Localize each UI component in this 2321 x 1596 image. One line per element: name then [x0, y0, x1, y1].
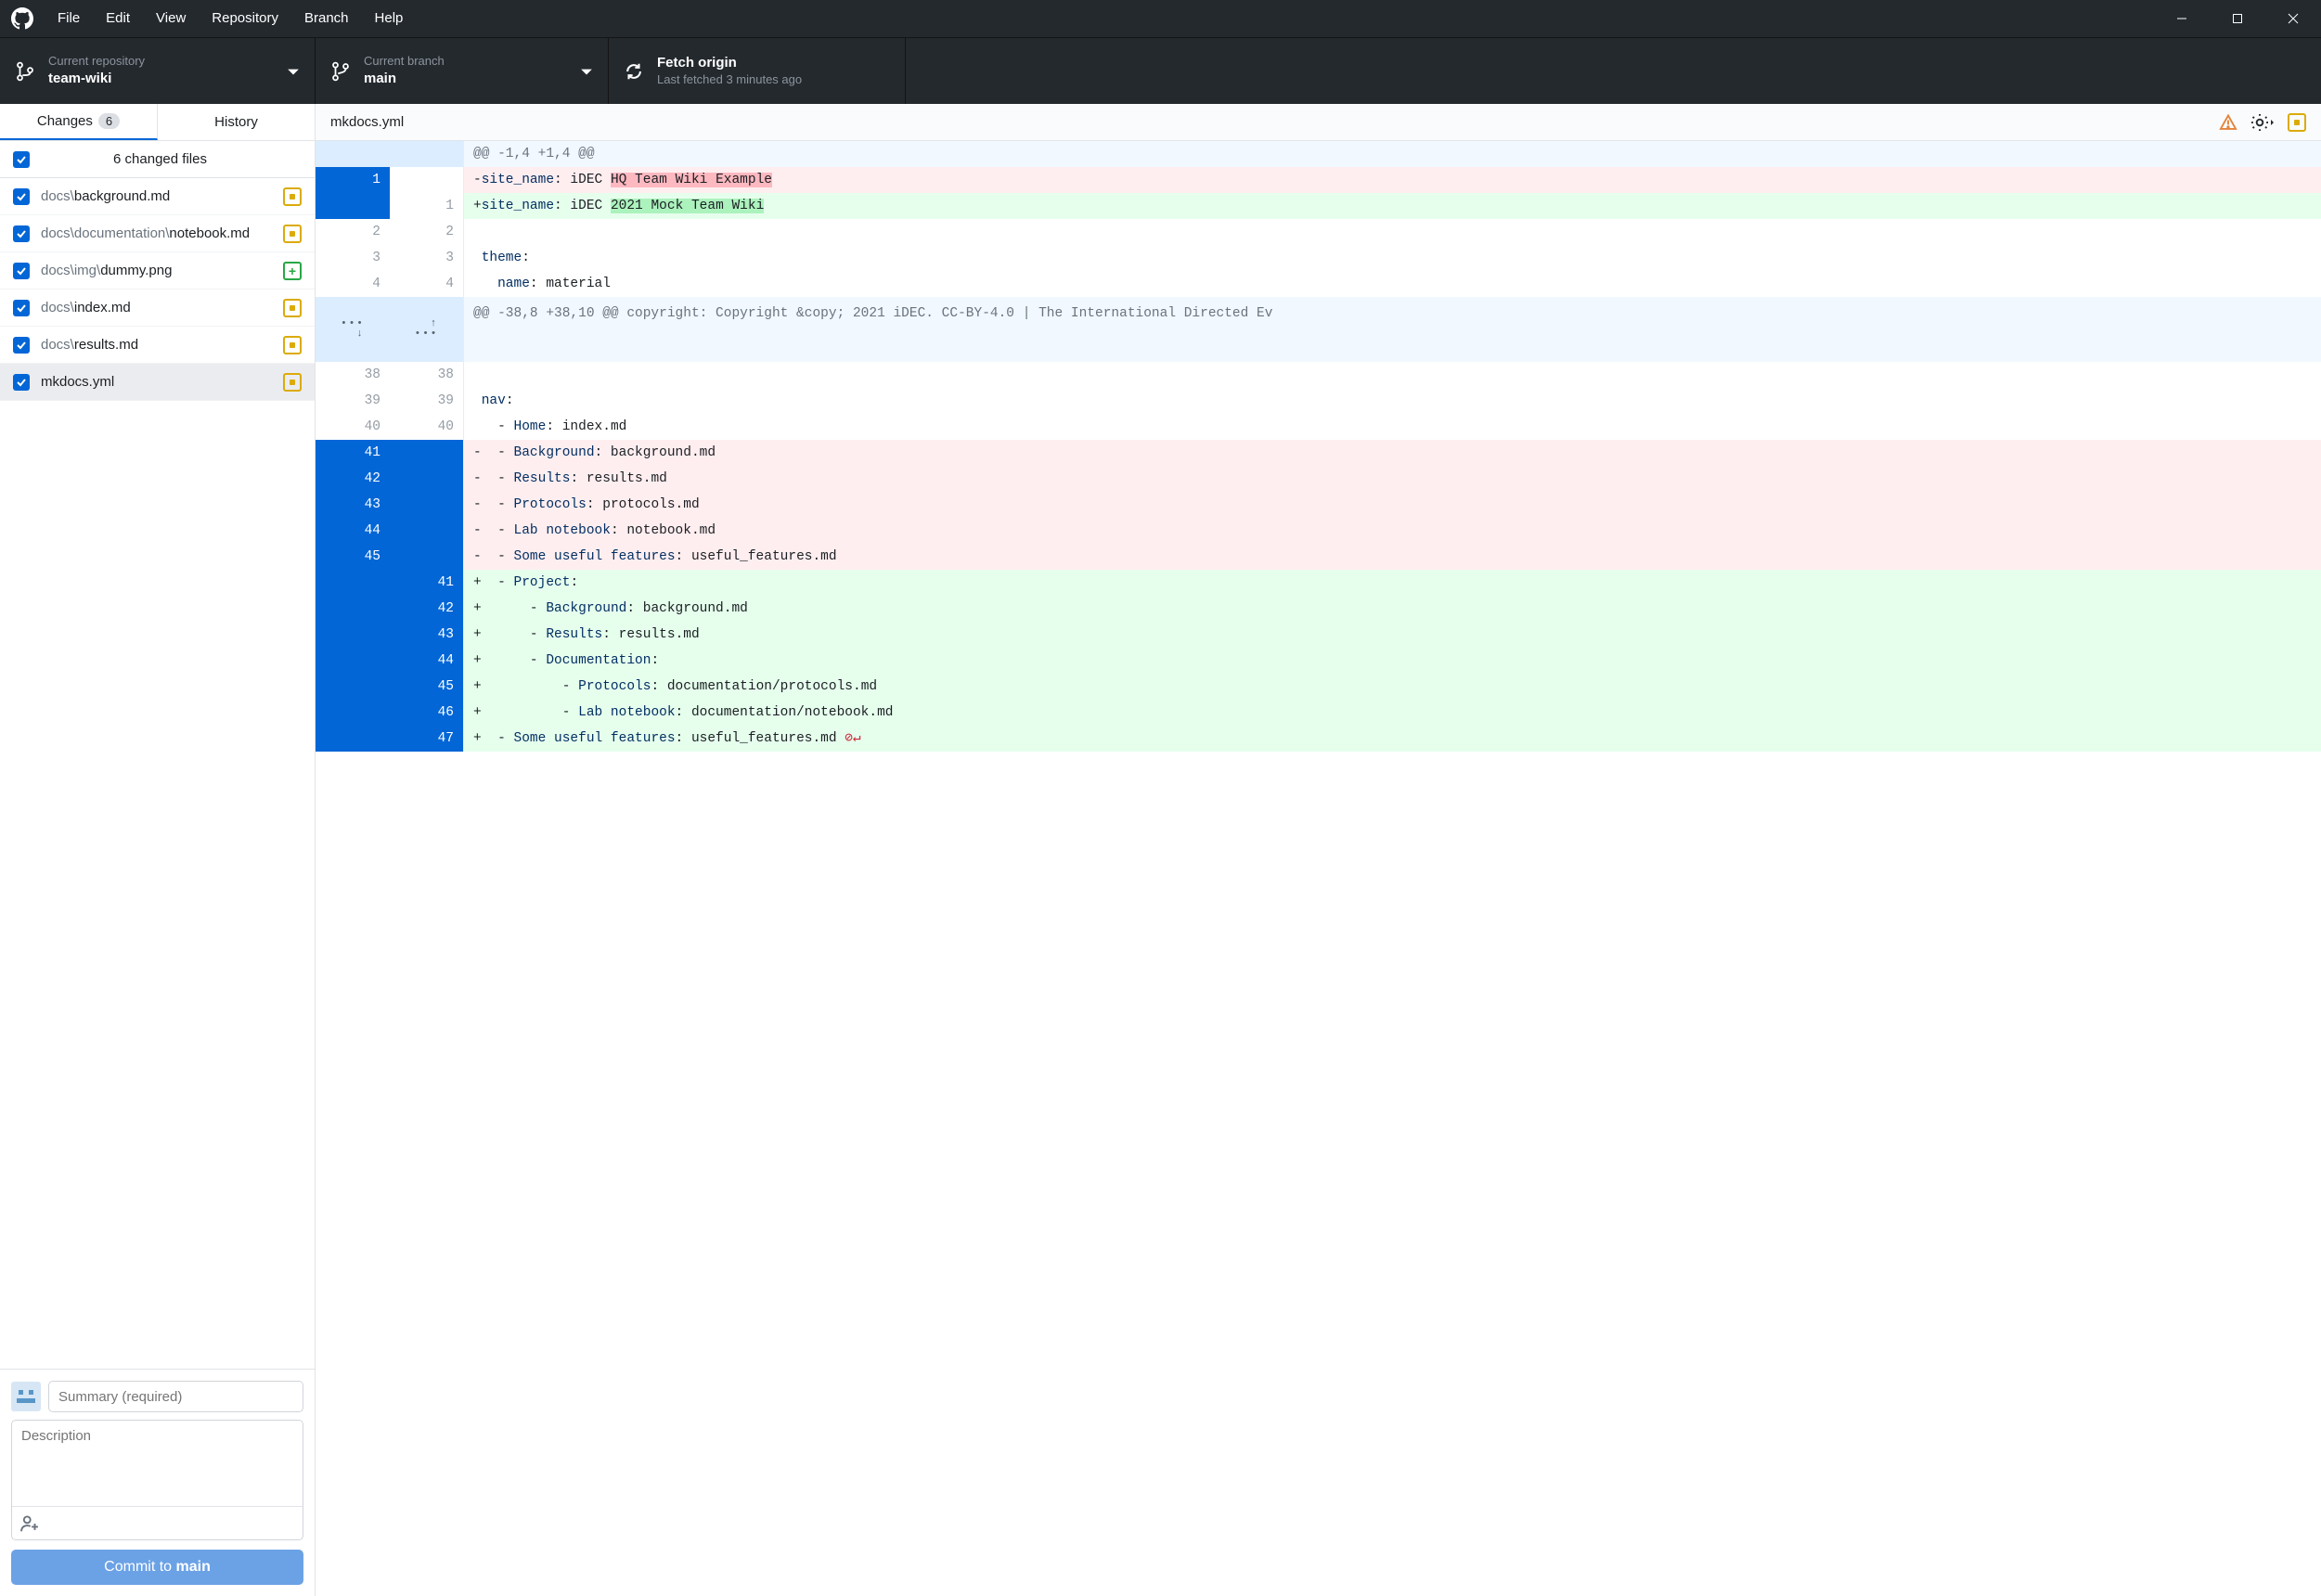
file-row[interactable]: docs\img\dummy.png +	[0, 252, 315, 290]
modified-icon	[283, 225, 302, 243]
file-checkbox[interactable]	[13, 337, 30, 354]
menu-view[interactable]: View	[143, 0, 199, 37]
modified-icon	[283, 336, 302, 354]
commit-summary-input[interactable]	[48, 1381, 303, 1412]
expand-down-icon[interactable]: •••↓	[341, 319, 365, 340]
close-button[interactable]	[2265, 0, 2321, 37]
file-row[interactable]: docs\documentation\notebook.md	[0, 215, 315, 252]
file-name: docs\results.md	[41, 337, 272, 353]
file-name: docs\documentation\notebook.md	[41, 225, 272, 241]
minimize-button[interactable]	[2154, 0, 2210, 37]
sidebar-tabs: Changes 6 History	[0, 104, 315, 141]
menu-repository[interactable]: Repository	[199, 0, 291, 37]
settings-icon[interactable]	[2249, 113, 2276, 132]
tab-changes[interactable]: Changes 6	[0, 104, 158, 140]
file-row[interactable]: docs\index.md	[0, 290, 315, 327]
tab-changes-label: Changes	[37, 113, 93, 129]
fetch-title: Fetch origin	[657, 54, 890, 72]
expand-up-icon[interactable]: ↑•••	[415, 319, 439, 340]
menu-help[interactable]: Help	[362, 0, 417, 37]
file-checkbox[interactable]	[13, 225, 30, 242]
branch-label: Current branch	[364, 54, 580, 70]
add-coauthor-icon[interactable]	[19, 1513, 40, 1534]
changed-files-list: docs\background.md docs\documentation\not…	[0, 178, 315, 1369]
repository-selector[interactable]: Current repository team-wiki	[0, 38, 316, 104]
file-checkbox[interactable]	[13, 374, 30, 391]
file-row[interactable]: mkdocs.yml	[0, 364, 315, 401]
diff-filename: mkdocs.yml	[330, 114, 2219, 130]
file-checkbox[interactable]	[13, 300, 30, 316]
file-checkbox[interactable]	[13, 263, 30, 279]
commit-button[interactable]: Commit to main	[11, 1550, 303, 1585]
repo-label: Current repository	[48, 54, 287, 70]
title-bar: File Edit View Repository Branch Help	[0, 0, 2321, 37]
branch-icon	[330, 61, 351, 82]
file-name: docs\index.md	[41, 300, 272, 315]
chevron-down-icon	[580, 65, 593, 78]
window-controls	[2154, 0, 2321, 37]
no-newline-icon: ⊘↵	[837, 731, 861, 746]
branch-name: main	[364, 70, 580, 88]
chevron-down-icon	[287, 65, 300, 78]
repo-name: team-wiki	[48, 70, 287, 88]
changes-header: 6 changed files	[0, 141, 315, 178]
file-row[interactable]: docs\background.md	[0, 178, 315, 215]
diff-body[interactable]: @@ -1,4 +1,4 @@ 1-site_name: iDEC HQ Tea…	[316, 141, 2321, 1596]
changed-files-count: 6 changed files	[19, 151, 302, 167]
warning-icon[interactable]	[2219, 113, 2237, 132]
github-logo-icon	[11, 7, 33, 30]
maximize-button[interactable]	[2210, 0, 2265, 37]
file-row[interactable]: docs\results.md	[0, 327, 315, 364]
sync-icon	[624, 61, 644, 82]
menu-edit[interactable]: Edit	[93, 0, 143, 37]
app-menu: File Edit View Repository Branch Help	[45, 0, 416, 37]
menu-file[interactable]: File	[45, 0, 93, 37]
modified-icon	[283, 299, 302, 317]
fetch-subtitle: Last fetched 3 minutes ago	[657, 72, 890, 88]
added-icon: +	[283, 262, 302, 280]
file-checkbox[interactable]	[13, 188, 30, 205]
commit-description-input[interactable]	[12, 1421, 303, 1506]
branch-selector[interactable]: Current branch main	[316, 38, 609, 104]
modified-icon	[283, 373, 302, 392]
file-name: docs\background.md	[41, 188, 272, 204]
commit-form: Commit to main	[0, 1369, 315, 1596]
toolbar: Current repository team-wiki Current bra…	[0, 37, 2321, 104]
diff-view: mkdocs.yml @@ -1,4 +1,4 @@ 1-site_name: …	[316, 104, 2321, 1596]
fetch-button[interactable]: Fetch origin Last fetched 3 minutes ago	[609, 38, 906, 104]
menu-branch[interactable]: Branch	[291, 0, 362, 37]
diff-header: mkdocs.yml	[316, 104, 2321, 141]
sidebar: Changes 6 History 6 changed files docs\b…	[0, 104, 316, 1596]
modified-icon	[283, 187, 302, 206]
diff-mod-icon[interactable]	[2288, 113, 2306, 132]
changes-count-badge: 6	[98, 113, 120, 129]
tab-history[interactable]: History	[158, 104, 315, 140]
file-name: docs\img\dummy.png	[41, 263, 272, 278]
avatar	[11, 1382, 41, 1411]
repo-icon	[15, 61, 35, 82]
file-name: mkdocs.yml	[41, 374, 272, 390]
